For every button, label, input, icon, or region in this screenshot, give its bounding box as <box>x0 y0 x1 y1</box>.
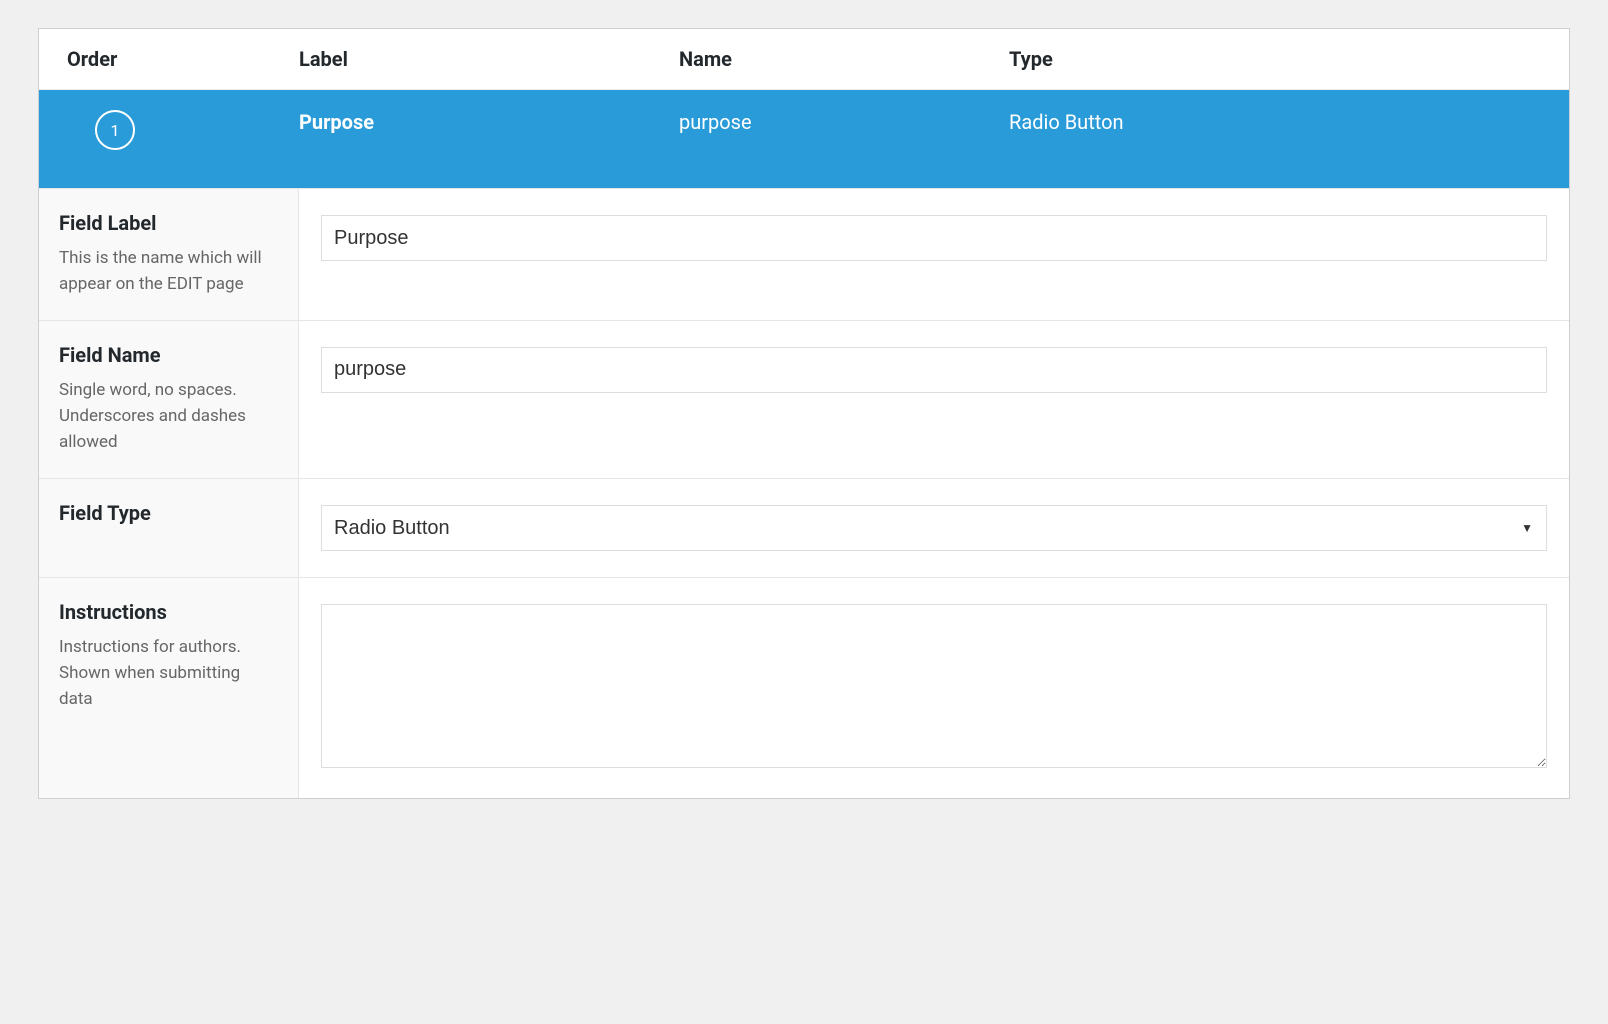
setting-input-area: Radio Button ▼ <box>299 479 1569 577</box>
setting-row-field-label: Field Label This is the name which will … <box>39 188 1569 320</box>
field-summary-row[interactable]: 1 Purpose purpose Radio Button <box>39 90 1569 188</box>
setting-description: Single word, no spaces. Underscores and … <box>59 377 278 456</box>
select-wrapper: Radio Button ▼ <box>321 505 1547 551</box>
setting-description: This is the name which will appear on th… <box>59 245 278 298</box>
setting-input-area <box>299 189 1569 320</box>
setting-title: Field Label <box>59 211 278 235</box>
field-type-select[interactable]: Radio Button <box>321 505 1547 551</box>
setting-label-area: Field Name Single word, no spaces. Under… <box>39 321 299 478</box>
instructions-textarea[interactable] <box>321 604 1547 768</box>
field-label-input[interactable] <box>321 215 1547 261</box>
setting-label-area: Field Type <box>39 479 299 577</box>
setting-label-area: Instructions Instructions for authors. S… <box>39 578 299 798</box>
column-header-label: Label <box>299 47 679 71</box>
setting-description: Instructions for authors. Shown when sub… <box>59 634 278 713</box>
setting-row-field-name: Field Name Single word, no spaces. Under… <box>39 320 1569 478</box>
setting-input-area <box>299 578 1569 798</box>
column-header-type: Type <box>1009 47 1569 71</box>
field-table: Order Label Name Type 1 Purpose purpose … <box>38 28 1570 799</box>
field-name-cell: purpose <box>679 110 1009 134</box>
field-name-input[interactable] <box>321 347 1547 393</box>
setting-row-instructions: Instructions Instructions for authors. S… <box>39 577 1569 798</box>
setting-title: Field Type <box>59 501 278 525</box>
field-order-cell: 1 <box>39 110 299 150</box>
setting-title: Field Name <box>59 343 278 367</box>
field-label-cell: Purpose <box>299 110 679 134</box>
column-header-order: Order <box>39 47 299 71</box>
column-header-name: Name <box>679 47 1009 71</box>
field-type-cell: Radio Button <box>1009 110 1569 134</box>
setting-input-area <box>299 321 1569 478</box>
setting-label-area: Field Label This is the name which will … <box>39 189 299 320</box>
setting-title: Instructions <box>59 600 278 624</box>
table-header-row: Order Label Name Type <box>39 29 1569 90</box>
order-badge: 1 <box>95 110 135 150</box>
setting-row-field-type: Field Type Radio Button ▼ <box>39 478 1569 577</box>
